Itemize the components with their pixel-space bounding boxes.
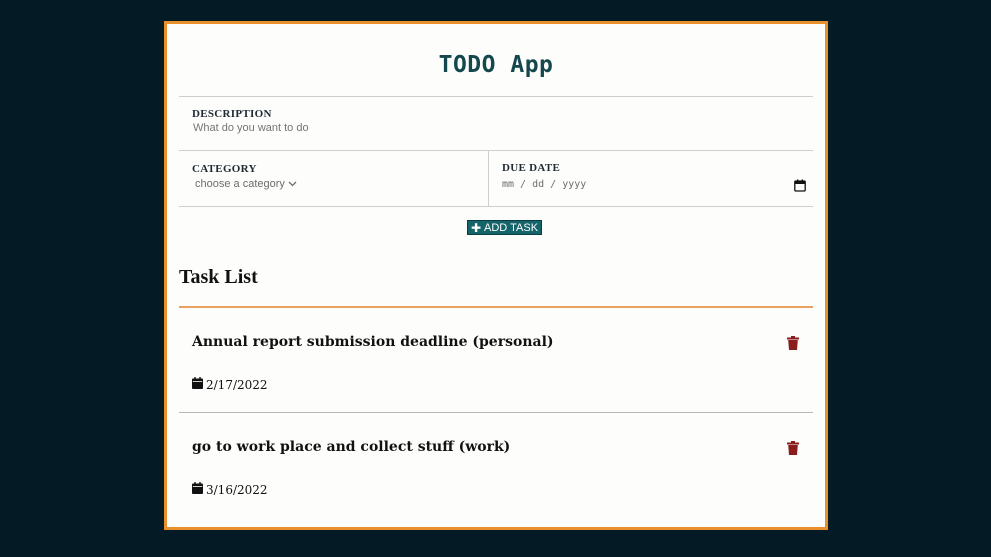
- trash-icon[interactable]: [787, 335, 799, 354]
- due-date-label: DUE DATE: [502, 162, 561, 174]
- calendar-icon: [192, 377, 203, 392]
- task-list-divider: [179, 306, 813, 308]
- task-date-value: 2/17/2022: [206, 377, 268, 392]
- add-task-label: ADD TASK: [484, 221, 539, 234]
- task-title: Annual report submission deadline (perso…: [192, 334, 554, 350]
- calendar-icon[interactable]: [794, 177, 806, 196]
- task-divider: [179, 412, 813, 413]
- description-input[interactable]: [193, 122, 793, 134]
- todo-card-inner: TODO App DESCRIPTION CATEGORY choose a c…: [179, 24, 813, 527]
- task-title: go to work place and collect stuff (work…: [192, 439, 511, 455]
- task-list-title: Task List: [179, 266, 258, 288]
- plus-icon: ✚: [470, 220, 482, 235]
- field-separator: [488, 150, 489, 206]
- trash-icon[interactable]: [787, 440, 799, 459]
- divider: [179, 96, 813, 97]
- due-date-placeholder: mm / dd / yyyy: [502, 179, 587, 190]
- calendar-icon: [192, 482, 203, 497]
- due-date-input[interactable]: mm / dd / yyyy: [502, 174, 806, 194]
- task-date: 2/17/2022: [192, 377, 268, 392]
- category-select[interactable]: choose a category: [195, 178, 297, 190]
- todo-card: TODO App DESCRIPTION CATEGORY choose a c…: [164, 21, 828, 530]
- category-label: CATEGORY: [192, 163, 257, 175]
- divider: [179, 206, 813, 207]
- divider: [179, 150, 813, 151]
- description-label: DESCRIPTION: [192, 108, 272, 120]
- task-date-value: 3/16/2022: [206, 482, 268, 497]
- task-date: 3/16/2022: [192, 482, 268, 497]
- chevron-down-icon: [288, 178, 297, 190]
- add-task-button[interactable]: ✚ ADD TASK: [467, 220, 542, 235]
- app-title: TODO App: [438, 52, 554, 78]
- category-select-value: choose a category: [195, 178, 285, 190]
